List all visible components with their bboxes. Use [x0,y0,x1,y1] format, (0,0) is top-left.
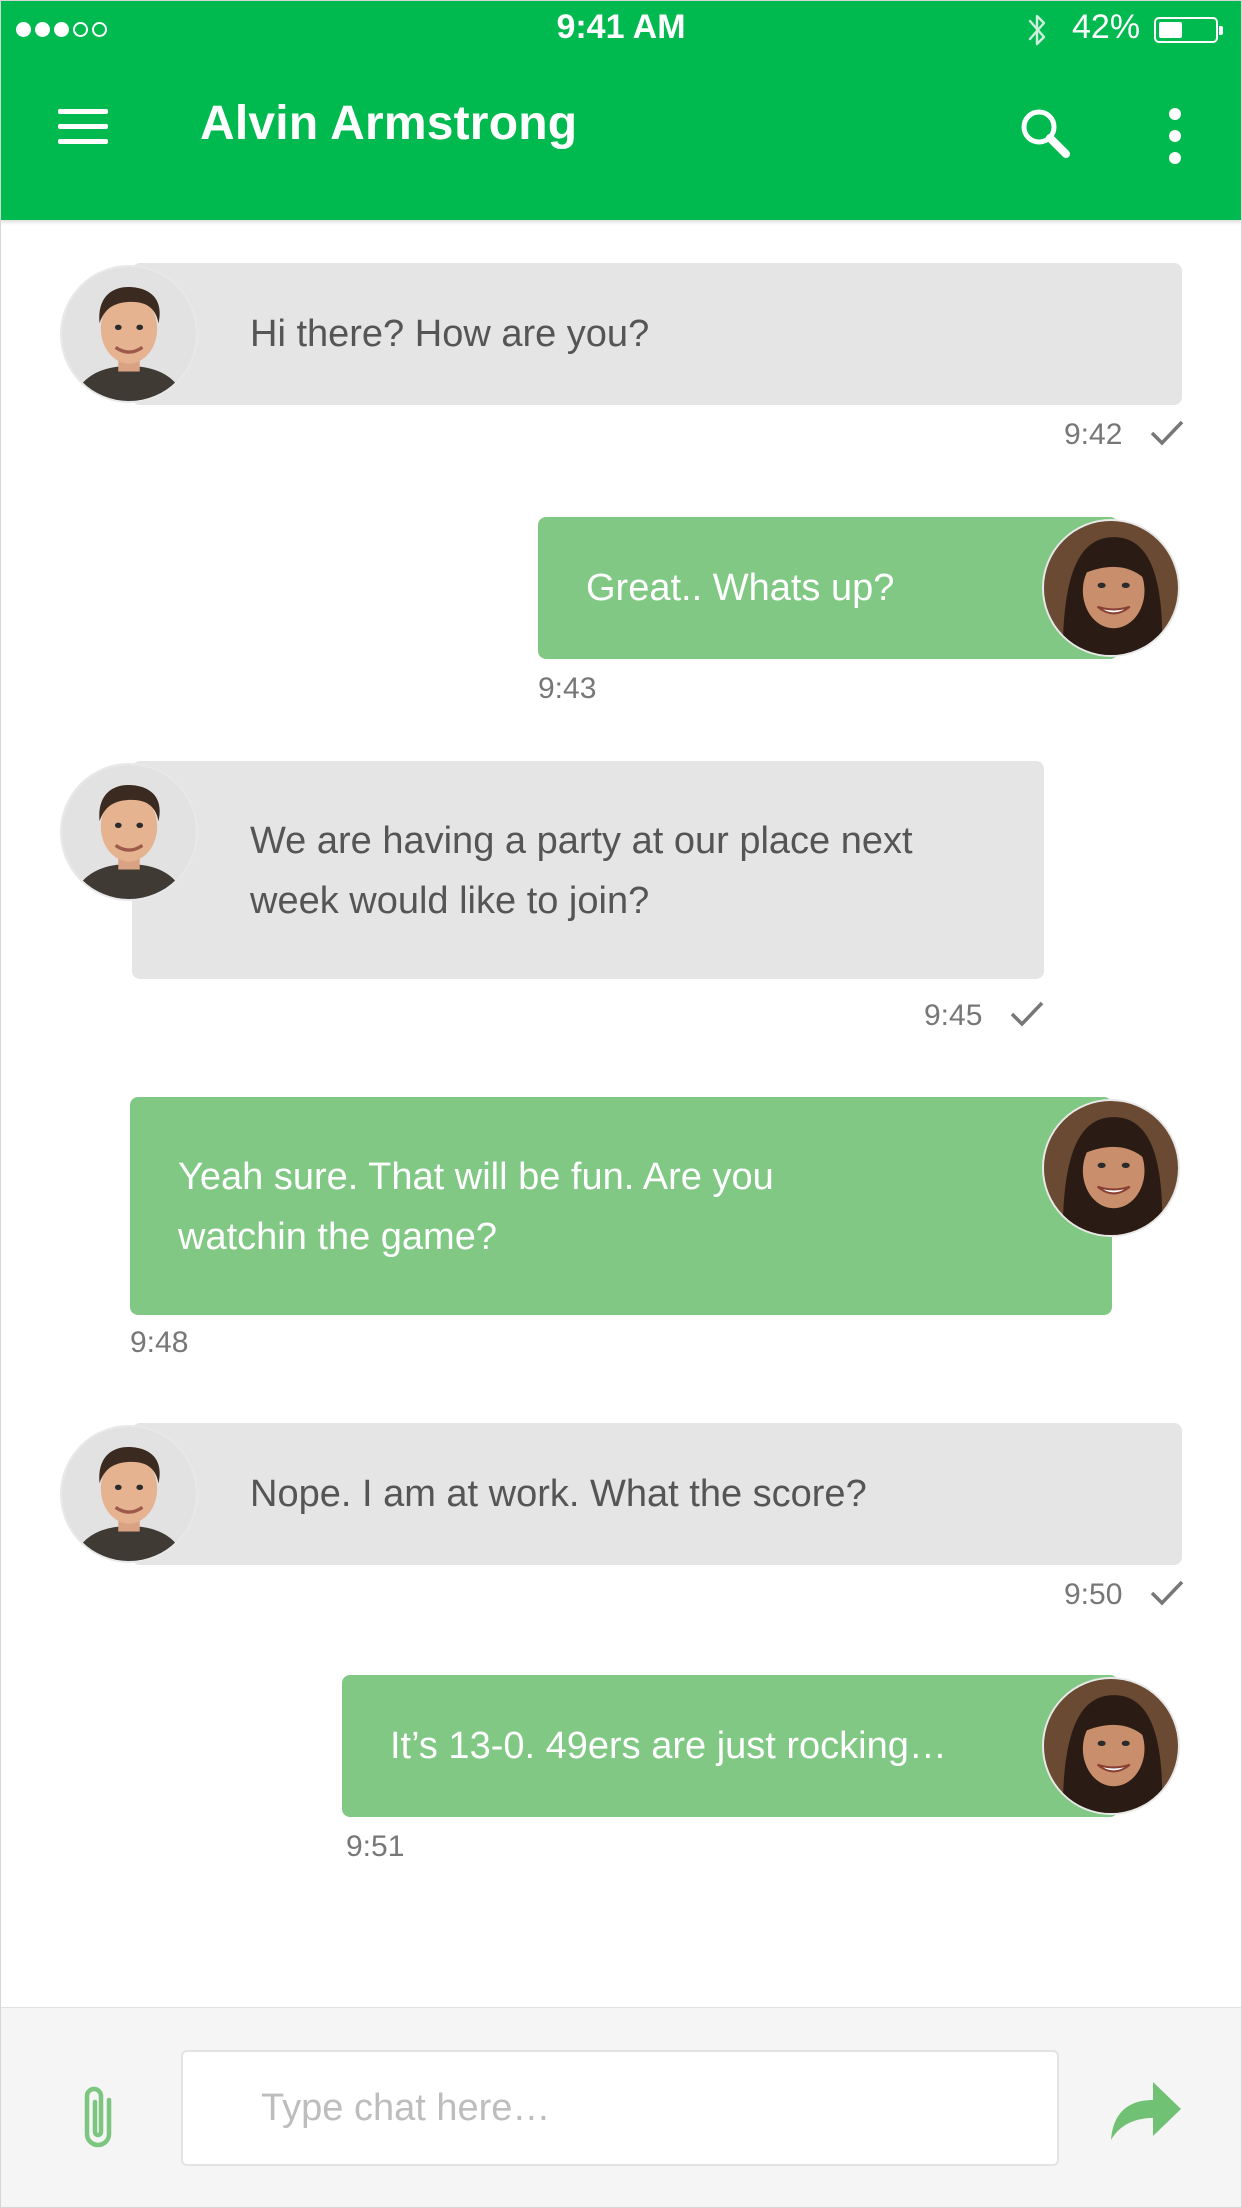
app-bar: 9:41 AM 42% Alvin Armstrong [0,0,1242,220]
battery-icon [1154,17,1223,43]
message-bubble[interactable]: Hi there? How are you? [132,263,1182,405]
user-avatar[interactable] [1042,519,1180,657]
message-time: 9:42 [1064,418,1123,451]
message-bubble[interactable]: It’s 13-0. 49ers are just rocking… [342,1675,1118,1817]
contact-avatar[interactable] [60,1425,198,1563]
message-text: Hi there? How are you? [250,313,650,355]
more-vertical-icon[interactable] [1160,108,1190,164]
paperclip-icon[interactable] [75,2082,121,2154]
message-bubble[interactable]: Nope. I am at work. What the score? [132,1423,1182,1565]
battery-level [1159,22,1182,38]
conversation-title: Alvin Armstrong [200,97,578,150]
battery-percent: 42% [1072,8,1141,46]
message-text: We are having a party at our place next … [250,820,913,922]
contact-avatar[interactable] [60,265,198,403]
message-text: Yeah sure. That will be fun. Are you wat… [178,1156,774,1258]
message-time: 9:50 [1064,1578,1123,1611]
contact-avatar[interactable] [60,763,198,901]
message-text: Nope. I am at work. What the score? [250,1473,867,1515]
status-time: 9:41 AM [556,8,686,46]
user-avatar[interactable] [1042,1099,1180,1237]
message-text: Great.. Whats up? [586,567,895,609]
send-arrow-icon[interactable] [1107,2078,1183,2142]
read-check-icon [1150,1580,1184,1606]
read-check-icon [1150,420,1184,446]
user-avatar[interactable] [1042,1677,1180,1815]
hamburger-menu-icon[interactable] [58,109,108,145]
search-icon[interactable] [1016,104,1076,164]
message-time: 9:43 [538,672,597,705]
chat-composer [1,2007,1241,2208]
bluetooth-icon [1028,14,1046,46]
read-check-icon [1010,1001,1044,1027]
message-bubble[interactable]: We are having a party at our place next … [132,761,1044,979]
message-text: It’s 13-0. 49ers are just rocking… [390,1725,947,1767]
message-bubble[interactable]: Yeah sure. That will be fun. Are you wat… [130,1097,1112,1315]
status-bar: 9:41 AM 42% [0,0,1242,62]
message-bubble[interactable]: Great.. Whats up? [538,517,1118,659]
message-time: 9:48 [130,1326,189,1359]
chat-input[interactable] [181,2050,1059,2166]
message-time: 9:51 [346,1830,405,1863]
message-time: 9:45 [924,999,983,1032]
